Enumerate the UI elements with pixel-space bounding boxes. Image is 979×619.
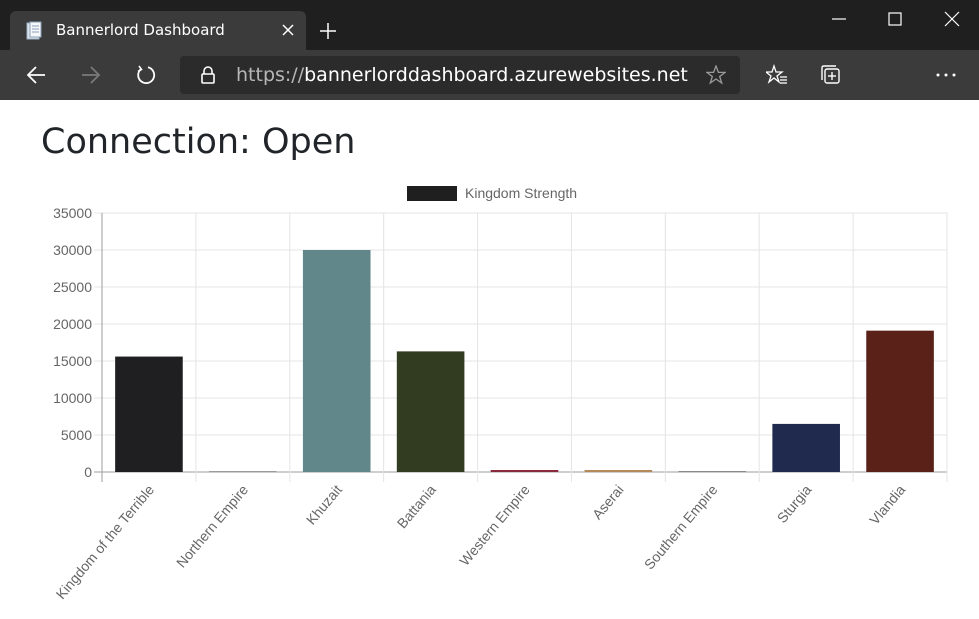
bar-vlandia[interactable] (866, 330, 934, 472)
back-arrow-icon[interactable] (25, 64, 47, 86)
add-favorite-star-icon[interactable] (706, 65, 726, 85)
x-tick-label: Northern Empire (173, 481, 251, 570)
y-tick-label: 10000 (53, 390, 92, 406)
url-text[interactable]: https://bannerlorddashboard.azurewebsite… (236, 64, 688, 86)
browser-tab[interactable]: Bannerlord Dashboard (10, 11, 306, 50)
forward-arrow-icon[interactable] (80, 64, 102, 86)
collections-icon[interactable] (820, 64, 842, 86)
y-tick-label: 35000 (53, 205, 92, 221)
legend-label: Kingdom Strength (465, 185, 577, 201)
new-tab-icon[interactable] (318, 21, 338, 41)
address-bar[interactable]: https://bannerlorddashboard.azurewebsite… (180, 56, 740, 94)
close-window-icon[interactable] (943, 10, 961, 28)
kingdom-strength-chart: 0 5000 10000 15000 20000 25000 30000 35000 King… (53, 185, 948, 602)
url-host: bannerlorddashboard.azurewebsites.net (304, 64, 688, 86)
document-icon (26, 21, 42, 40)
more-menu-icon[interactable] (935, 64, 957, 86)
tab-bar: Bannerlord Dashboard (0, 0, 979, 50)
x-tick-label: Southern Empire (641, 481, 721, 572)
url-scheme: https:// (236, 64, 305, 86)
maximize-icon[interactable] (886, 10, 904, 28)
lock-icon[interactable] (200, 65, 216, 85)
x-tick-label: Aserai (589, 482, 627, 523)
y-axis-ticks: 0 5000 10000 15000 20000 25000 30000 35000 (53, 205, 92, 480)
x-tick-label: Sturgia (774, 481, 815, 525)
tab-title: Bannerlord Dashboard (56, 21, 225, 39)
x-tick-label: Vlandia (866, 481, 908, 527)
y-tick-label: 5000 (61, 427, 92, 443)
y-tick-label: 0 (84, 464, 92, 480)
favorites-icon[interactable] (766, 64, 788, 86)
x-tick-label: Khuzait (303, 482, 345, 528)
minimize-icon[interactable] (830, 10, 848, 28)
y-tick-label: 25000 (53, 279, 92, 295)
x-tick-label: Kingdom of the Terrible (53, 481, 158, 602)
chart-legend: Kingdom Strength (407, 185, 577, 201)
bar-battania[interactable] (396, 351, 465, 472)
bar-southern-empire[interactable] (678, 471, 747, 472)
bar-northern-empire[interactable] (209, 471, 277, 472)
bar-western-empire[interactable] (490, 470, 559, 472)
x-axis-ticks: Kingdom of the Terrible Northern Empire Kh… (53, 481, 909, 602)
y-tick-label: 30000 (53, 242, 92, 258)
bar-kingdom-of-the-terrible[interactable] (115, 356, 183, 472)
legend-swatch[interactable] (407, 186, 457, 201)
bar-aserai[interactable] (584, 470, 653, 472)
y-tick-label: 20000 (53, 316, 92, 332)
bar-khuzait[interactable] (302, 250, 371, 472)
refresh-icon[interactable] (135, 64, 157, 86)
x-tick-label: Battania (394, 481, 439, 531)
y-tick-label: 15000 (53, 353, 92, 369)
close-tab-icon[interactable] (280, 22, 296, 38)
x-tick-label: Western Empire (456, 481, 533, 568)
bar-sturgia[interactable] (772, 423, 840, 472)
